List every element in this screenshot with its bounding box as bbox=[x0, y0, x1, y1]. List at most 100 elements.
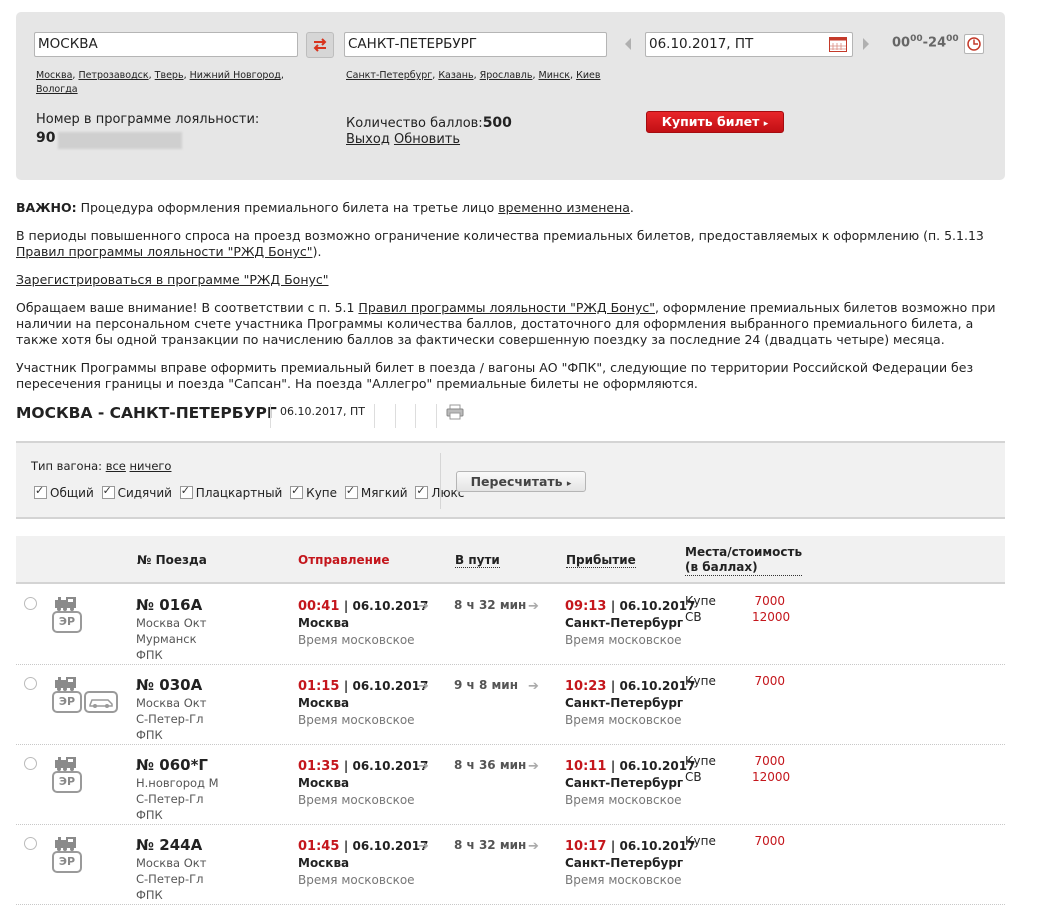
departure-time-value: 00:41 bbox=[298, 599, 340, 614]
to-quick-links: Санкт-Петербург, Казань, Ярославль, Минс… bbox=[346, 70, 601, 81]
e-registration-badge: ЭР bbox=[52, 851, 82, 873]
car-transport-icon bbox=[84, 691, 118, 713]
train-select-radio[interactable] bbox=[24, 757, 37, 770]
to-quick-link[interactable]: Минск bbox=[539, 70, 571, 81]
train-select-radio[interactable] bbox=[24, 597, 37, 610]
to-quick-link[interactable]: Санкт-Петербург bbox=[346, 70, 432, 81]
train-route-to: С-Петер-Гл bbox=[136, 712, 204, 726]
checkbox-seated[interactable]: Сидячий bbox=[101, 484, 172, 500]
train-carrier: ФПК bbox=[136, 808, 163, 822]
from-quick-link[interactable]: Москва bbox=[36, 70, 72, 81]
from-quick-link[interactable]: Нижний Новгород bbox=[190, 70, 281, 81]
changed-link[interactable]: временно изменена bbox=[498, 200, 630, 215]
important-end: . bbox=[629, 200, 634, 215]
col-duration[interactable]: В пути bbox=[455, 553, 500, 568]
to-station-input[interactable]: САНКТ-ПЕТЕРБУРГ bbox=[344, 32, 607, 57]
arrival-city: Санкт-Петербург bbox=[565, 856, 684, 870]
train-carrier: ФПК bbox=[136, 888, 163, 902]
date-input[interactable]: 06.10.2017, ПТ bbox=[645, 32, 853, 57]
train-row[interactable]: ЭР № 244А Москва Окт С-Петер-Гл ФПК 01:45 | 0… bbox=[16, 825, 1005, 905]
divider bbox=[395, 404, 396, 428]
checkbox-kupe[interactable]: Купе bbox=[290, 484, 337, 500]
locomotive-icon bbox=[55, 677, 76, 691]
points-label: Количество баллов:500 bbox=[346, 115, 512, 131]
checkbox-soft[interactable]: Мягкий bbox=[344, 484, 408, 500]
checkbox-general[interactable]: Общий bbox=[34, 484, 94, 500]
recalculate-label: Пересчитать bbox=[470, 474, 563, 489]
seat-price[interactable]: 7000 bbox=[752, 834, 785, 848]
buy-ticket-button[interactable]: Купить билет ▸ bbox=[646, 111, 784, 133]
time-filter-button[interactable] bbox=[964, 34, 984, 54]
printer-icon[interactable] bbox=[446, 404, 464, 420]
col-arrival[interactable]: Прибытие bbox=[566, 553, 636, 568]
train-route-to: С-Петер-Гл bbox=[136, 872, 204, 886]
train-number[interactable]: № 060*Г bbox=[136, 756, 208, 774]
arrow-right-icon: ➔ bbox=[418, 599, 429, 614]
departure-timezone: Время московское bbox=[298, 873, 415, 887]
refresh-link[interactable]: Обновить bbox=[394, 132, 460, 147]
train-number[interactable]: № 016А bbox=[136, 596, 202, 614]
departure-time: 01:45 | 06.10.2017 bbox=[298, 839, 428, 854]
train-number[interactable]: № 030А bbox=[136, 676, 202, 694]
train-select-radio[interactable] bbox=[24, 837, 37, 850]
e-registration-badge: ЭР bbox=[52, 771, 82, 793]
seat-class: Купе bbox=[685, 754, 716, 768]
col-departure[interactable]: Отправление bbox=[298, 553, 390, 567]
member-notice: Участник Программы вправе оформить преми… bbox=[16, 360, 974, 391]
select-all-link[interactable]: все bbox=[106, 459, 126, 473]
to-quick-link[interactable]: Киев bbox=[576, 70, 600, 81]
rules-link-2[interactable]: Правил программы лояльности "РЖД Бонус" bbox=[358, 300, 655, 315]
train-row[interactable]: ЭР № 016А Москва Окт Мурманск ФПК 00:41 | 06.… bbox=[16, 585, 1005, 665]
arrival-date: | 06.10.2017 bbox=[610, 839, 696, 853]
register-link[interactable]: Зарегистрироваться в программе "РЖД Бону… bbox=[16, 272, 329, 287]
prev-date-arrow-icon[interactable] bbox=[625, 38, 631, 50]
seat-price[interactable]: 7000 bbox=[752, 594, 785, 608]
col-seats-line1: Места/стоимость bbox=[685, 545, 803, 559]
seat-price[interactable]: 7000 bbox=[752, 754, 785, 768]
time-to: 24 bbox=[928, 35, 947, 51]
from-station-input[interactable]: МОСКВА bbox=[34, 32, 298, 57]
travel-duration: 9 ч 8 мин bbox=[454, 678, 518, 692]
peak-text: В периоды повышенного спроса на проезд в… bbox=[16, 228, 984, 243]
seat-price[interactable]: 12000 bbox=[752, 610, 790, 624]
from-quick-link[interactable]: Тверь bbox=[155, 70, 184, 81]
rules-link[interactable]: Правил программы лояльности "РЖД Бонус" bbox=[16, 244, 313, 259]
arrow-right-icon: ➔ bbox=[528, 599, 539, 614]
travel-duration: 8 ч 36 мин bbox=[454, 758, 527, 772]
departure-time: 01:15 | 06.10.2017 bbox=[298, 679, 428, 694]
swap-button[interactable] bbox=[306, 32, 334, 58]
departure-date: | 06.10.2017 bbox=[343, 599, 429, 613]
travel-duration: 8 ч 32 мин bbox=[454, 838, 527, 852]
recalculate-button[interactable]: Пересчитать ▸ bbox=[456, 471, 586, 492]
arrival-city: Санкт-Петербург bbox=[565, 776, 684, 790]
col-seats[interactable]: Места/стоимость (в баллах) bbox=[685, 545, 803, 576]
trains-table-header: № Поезда Отправление В пути Прибытие Мес… bbox=[16, 536, 1005, 584]
seat-class: Купе bbox=[685, 834, 716, 848]
checkbox-platzkart[interactable]: Плацкартный bbox=[179, 484, 282, 500]
next-date-arrow-icon[interactable] bbox=[863, 38, 869, 50]
calendar-icon[interactable] bbox=[829, 37, 847, 52]
select-none-link[interactable]: ничего bbox=[130, 459, 172, 473]
to-quick-link[interactable]: Казань bbox=[438, 70, 473, 81]
train-route-to: Мурманск bbox=[136, 632, 197, 646]
train-number[interactable]: № 244А bbox=[136, 836, 202, 854]
train-row[interactable]: ЭР № 060*Г Н.новгород М С-Петер-Гл ФПК 01:35 … bbox=[16, 745, 1005, 825]
time-to-minutes: 00 bbox=[946, 34, 959, 44]
departure-time: 00:41 | 06.10.2017 bbox=[298, 599, 428, 614]
to-quick-link[interactable]: Ярославль bbox=[480, 70, 533, 81]
seat-price[interactable]: 7000 bbox=[752, 674, 785, 688]
car-type-filter: Тип вагона: все ничего Общий Сидячий Пла… bbox=[16, 441, 1005, 519]
attention-notice: Обращаем ваше внимание! В соответствии с… bbox=[16, 300, 1006, 348]
arrival-city: Санкт-Петербург bbox=[565, 696, 684, 710]
departure-date: | 06.10.2017 bbox=[343, 759, 429, 773]
arrival-time-value: 09:13 bbox=[565, 599, 607, 614]
loyalty-number: 90 bbox=[36, 130, 56, 146]
from-quick-link[interactable]: Петрозаводск bbox=[78, 70, 148, 81]
from-quick-link[interactable]: Вологда bbox=[36, 84, 78, 95]
seat-price[interactable]: 12000 bbox=[752, 770, 790, 784]
car-type-label: Тип вагона: bbox=[31, 459, 103, 473]
train-row[interactable]: ЭР № 030А Москва Окт С-Петер-Гл ФПК 01:15 | 0… bbox=[16, 665, 1005, 745]
logout-link[interactable]: Выход bbox=[346, 132, 390, 147]
train-select-radio[interactable] bbox=[24, 677, 37, 690]
travel-duration: 8 ч 32 мин bbox=[454, 598, 527, 612]
